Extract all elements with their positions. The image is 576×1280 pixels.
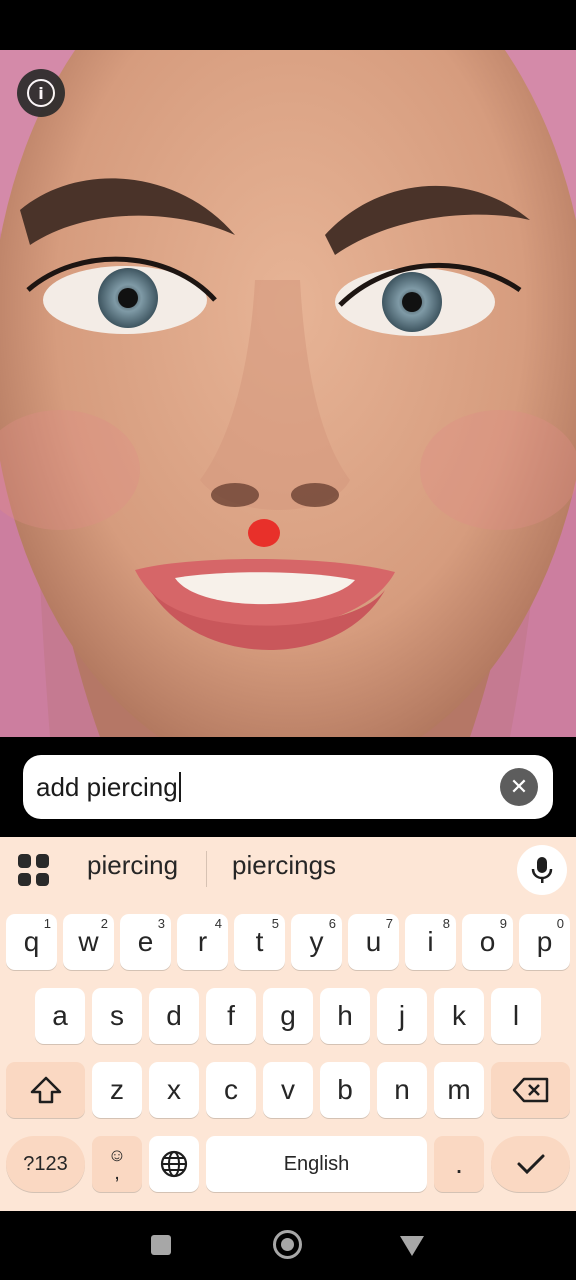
clear-input-button[interactable]: ✕ xyxy=(500,768,538,806)
key-t[interactable]: t5 xyxy=(234,914,285,970)
symbols-key[interactable]: ?123 xyxy=(6,1136,85,1192)
key-c[interactable]: c xyxy=(206,1062,256,1118)
close-icon: ✕ xyxy=(509,774,529,800)
key-h[interactable]: h xyxy=(320,988,370,1044)
home-circle-icon[interactable] xyxy=(273,1230,302,1259)
microphone-icon xyxy=(531,857,553,883)
key-y[interactable]: y6 xyxy=(291,914,342,970)
period-key[interactable]: . xyxy=(434,1136,484,1192)
microphone-button[interactable] xyxy=(517,845,567,895)
shift-key[interactable] xyxy=(6,1062,85,1118)
key-d[interactable]: d xyxy=(149,988,199,1044)
key-r[interactable]: r4 xyxy=(177,914,228,970)
emoji-key[interactable]: ☺ , xyxy=(92,1136,142,1192)
key-k[interactable]: k xyxy=(434,988,484,1044)
key-n[interactable]: n xyxy=(377,1062,427,1118)
status-bar xyxy=(0,0,576,50)
backspace-icon xyxy=(512,1077,548,1103)
key-g[interactable]: g xyxy=(263,988,313,1044)
edited-photo[interactable] xyxy=(0,50,576,737)
key-l[interactable]: l xyxy=(491,988,541,1044)
key-x[interactable]: x xyxy=(149,1062,199,1118)
key-o[interactable]: o9 xyxy=(462,914,513,970)
portrait-image xyxy=(0,50,576,737)
space-key[interactable]: English xyxy=(206,1136,427,1192)
mask-dot xyxy=(248,519,280,547)
key-b[interactable]: b xyxy=(320,1062,370,1118)
key-v[interactable]: v xyxy=(263,1062,313,1118)
key-j[interactable]: j xyxy=(377,988,427,1044)
key-a[interactable]: a xyxy=(35,988,85,1044)
grid-icon[interactable] xyxy=(18,854,50,886)
language-key[interactable] xyxy=(149,1136,199,1192)
shift-icon xyxy=(30,1076,61,1104)
key-i[interactable]: i8 xyxy=(405,914,456,970)
backspace-key[interactable] xyxy=(491,1062,570,1118)
key-w[interactable]: w2 xyxy=(63,914,114,970)
key-q[interactable]: q1 xyxy=(6,914,57,970)
key-e[interactable]: e3 xyxy=(120,914,171,970)
globe-icon xyxy=(160,1150,188,1178)
check-icon xyxy=(517,1154,544,1175)
key-f[interactable]: f xyxy=(206,988,256,1044)
text-caret xyxy=(178,772,181,802)
suggestion-2[interactable]: piercings xyxy=(232,850,336,881)
comma-label: , xyxy=(114,1162,120,1184)
key-u[interactable]: u7 xyxy=(348,914,399,970)
suggestion-1[interactable]: piercing xyxy=(87,850,178,881)
back-triangle-icon[interactable] xyxy=(400,1236,424,1256)
prompt-text: add piercing xyxy=(36,771,178,802)
key-p[interactable]: p0 xyxy=(519,914,570,970)
enter-key[interactable] xyxy=(491,1136,570,1192)
key-s[interactable]: s xyxy=(92,988,142,1044)
info-button[interactable]: i xyxy=(17,69,65,117)
key-m[interactable]: m xyxy=(434,1062,484,1118)
prompt-input[interactable]: add piercing ✕ xyxy=(23,755,553,819)
suggestion-divider xyxy=(206,851,207,887)
info-icon: i xyxy=(27,79,55,107)
square-icon[interactable] xyxy=(151,1235,171,1255)
key-z[interactable]: z xyxy=(92,1062,142,1118)
